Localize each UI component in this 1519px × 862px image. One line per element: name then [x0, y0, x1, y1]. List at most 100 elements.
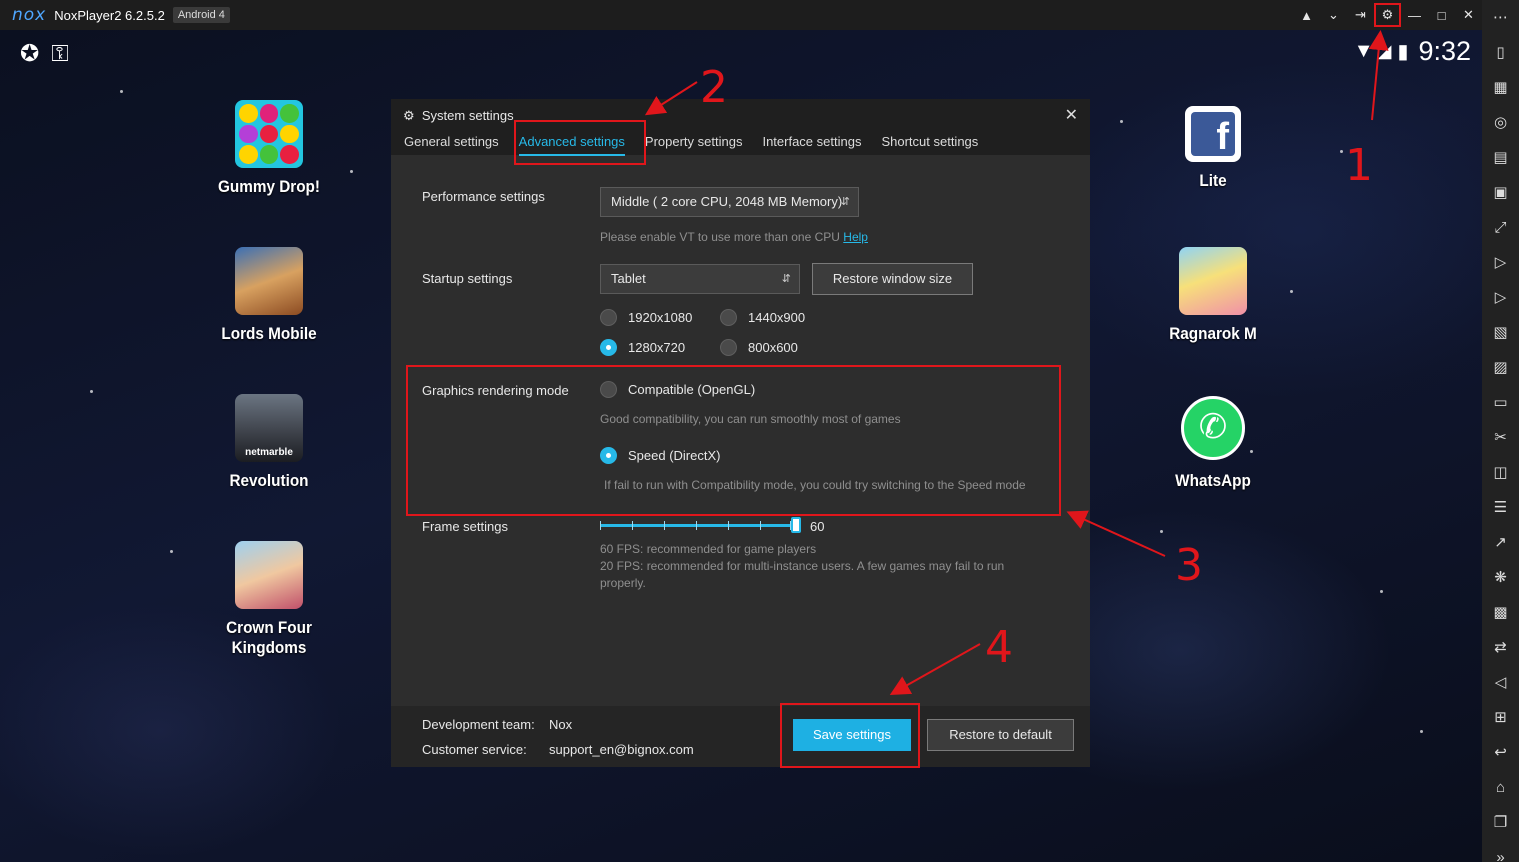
annotation-number-4: 4 [985, 622, 1013, 673]
resolution-radio-1280x720[interactable]: 1280x720 [600, 339, 685, 356]
volume-down-icon[interactable]: ▷ [1482, 280, 1519, 315]
radio-circle [720, 309, 737, 326]
facebook-lite-icon: f [1185, 106, 1241, 162]
battery-icon: ▮ [1397, 41, 1409, 63]
tab-interface-settings[interactable]: Interface settings [762, 134, 861, 149]
nox-logo: nox [12, 5, 47, 25]
resolution-radio-1920x1080[interactable]: 1920x1080 [600, 309, 692, 326]
customer-service-email[interactable]: support_en@bignox.com [549, 742, 694, 757]
resolution-radio-800x600[interactable]: 800x600 [720, 339, 798, 356]
annotation-number-2: 2 [700, 62, 728, 113]
startup-mode-select[interactable]: Tablet ⇵ [600, 264, 800, 294]
volume-up-icon[interactable]: ▷ [1482, 245, 1519, 280]
back-icon[interactable]: ↩ [1482, 735, 1519, 770]
annotation-box-advanced-tab [514, 120, 646, 165]
dialog-title-text: System settings [421, 108, 514, 123]
app-crown-four-kingdoms[interactable]: Crown Four Kingdoms [189, 541, 349, 658]
dialog-header: ⚙ System settings ✕ General settings Adv… [391, 99, 1090, 156]
dialog-title: ⚙ System settings [403, 108, 514, 124]
screenshot-icon[interactable]: ▦ [1482, 70, 1519, 105]
hat-icon[interactable]: ▲ [1293, 8, 1320, 23]
app-ragnarok-m[interactable]: Ragnarok M [1133, 247, 1293, 344]
link-icon[interactable]: ↗ [1482, 525, 1519, 560]
updown-chevron-icon: ⇵ [781, 273, 791, 285]
fps-slider-track[interactable] [600, 521, 796, 530]
pin-icon[interactable]: ⇥ [1347, 7, 1374, 23]
star-badge-icon[interactable]: ✪ [20, 40, 39, 67]
recent-apps-icon[interactable]: ❐ [1482, 805, 1519, 840]
performance-settings-label: Performance settings [422, 189, 545, 204]
app-label: Ragnarok M [1169, 324, 1257, 343]
swap-icon[interactable]: ⇄ [1482, 630, 1519, 665]
tab-property-settings[interactable]: Property settings [645, 134, 743, 149]
menu-icon[interactable]: ☰ [1482, 490, 1519, 525]
android-version-badge: Android 4 [172, 7, 230, 23]
keyboard-icon[interactable]: ▤ [1482, 140, 1519, 175]
whatsapp-icon: ✆ [1179, 394, 1247, 462]
shake-icon[interactable]: ▯ [1482, 35, 1519, 70]
location-icon[interactable]: ◎ [1482, 105, 1519, 140]
app-gummy-drop[interactable]: Gummy Drop! [189, 100, 349, 197]
startup-mode-value: Tablet [611, 271, 646, 286]
backup-icon[interactable]: ▣ [1482, 175, 1519, 210]
window-titlebar: nox NoxPlayer2 6.2.5.2 Android 4 ▲ ⌄ ⇥ ⚙… [0, 0, 1482, 30]
crown-four-kingdoms-icon [235, 541, 303, 609]
netmarble-label: netmarble [245, 447, 293, 458]
revolution-icon: netmarble [235, 394, 303, 462]
key-icon[interactable]: ⚿ [51, 40, 69, 67]
home-icon[interactable]: ⌂ [1482, 770, 1519, 805]
dialog-footer: Development team: Nox Customer service: … [391, 706, 1090, 767]
resolution-radio-1440x900[interactable]: 1440x900 [720, 309, 805, 326]
slider-tick [632, 521, 633, 530]
multi-instance-icon[interactable]: ◫ [1482, 455, 1519, 490]
annotation-number-3: 3 [1175, 540, 1203, 591]
maximize-icon[interactable]: □ [1428, 8, 1455, 23]
expand-icon[interactable]: » [1482, 840, 1519, 862]
chevron-down-icon[interactable]: ⌄ [1320, 7, 1347, 23]
add-icon[interactable]: ⊞ [1482, 700, 1519, 735]
app-whatsapp[interactable]: ✆ WhatsApp [1133, 394, 1293, 491]
restore-window-size-button[interactable]: Restore window size [812, 263, 973, 295]
gear-icon[interactable]: ⚙ [1374, 3, 1401, 27]
slider-tick [600, 521, 601, 530]
minimize-icon[interactable]: — [1401, 8, 1428, 23]
close-icon[interactable]: ✕ [1065, 105, 1078, 125]
app-label: Gummy Drop! [217, 177, 321, 196]
app-label: Lords Mobile [221, 324, 317, 343]
app-label: WhatsApp [1175, 471, 1251, 490]
toolbox-icon[interactable]: ▧ [1482, 315, 1519, 350]
apk-icon[interactable]: ▭ [1482, 385, 1519, 420]
more-icon[interactable]: ⋯ [1482, 0, 1519, 35]
help-link[interactable]: Help [843, 230, 868, 244]
restore-to-default-button[interactable]: Restore to default [927, 719, 1074, 751]
customer-service-label: Customer service: [422, 742, 527, 757]
close-icon[interactable]: ✕ [1455, 7, 1482, 23]
scissors-icon[interactable]: ✂ [1482, 420, 1519, 455]
mute-icon[interactable]: ◁ [1482, 665, 1519, 700]
app-lords-mobile[interactable]: Lords Mobile [189, 247, 349, 344]
radio-circle [600, 309, 617, 326]
slider-tick [728, 521, 729, 530]
fps-value: 60 [810, 519, 825, 534]
macro-icon[interactable]: ▨ [1482, 350, 1519, 385]
performance-select[interactable]: Middle ( 2 core CPU, 2048 MB Memory) ⇵ [600, 187, 859, 217]
app-label: Lite [1199, 171, 1227, 190]
gamepad-icon[interactable]: ▩ [1482, 595, 1519, 630]
tab-shortcut-settings[interactable]: Shortcut settings [881, 134, 978, 149]
vt-hint: Please enable VT to use more than one CP… [600, 229, 868, 246]
resolution-label: 1440x900 [748, 310, 806, 325]
startup-settings-label: Startup settings [422, 271, 513, 286]
vt-hint-text: Please enable VT to use more than one CP… [600, 230, 840, 244]
tab-general-settings[interactable]: General settings [404, 134, 499, 149]
performance-select-value: Middle ( 2 core CPU, 2048 MB Memory) [611, 194, 843, 209]
app-facebook-lite[interactable]: f Lite [1133, 100, 1293, 191]
app-label: Revolution [229, 471, 309, 490]
signal-icon: ◢ [1377, 41, 1392, 61]
app-revolution[interactable]: netmarble Revolution [189, 394, 349, 491]
fullscreen-icon[interactable]: ⤢ [1482, 210, 1519, 245]
frame-settings-label: Frame settings [422, 519, 508, 534]
app-title: NoxPlayer2 6.2.5.2 [54, 7, 165, 23]
loading-icon[interactable]: ❋ [1482, 560, 1519, 595]
fps-slider-thumb[interactable] [791, 517, 801, 533]
annotation-number-1: 1 [1345, 140, 1373, 191]
